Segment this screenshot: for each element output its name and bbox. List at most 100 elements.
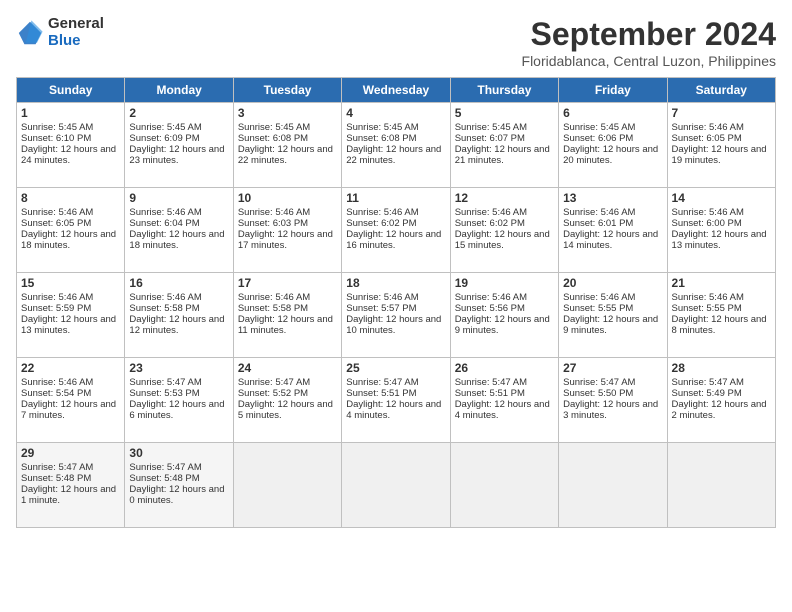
day-number: 29 [21,446,120,460]
daylight-label: Daylight: 12 hours and 2 minutes. [672,399,767,421]
sunset-info: Sunset: 6:02 PM [346,218,416,229]
daylight-label: Daylight: 12 hours and 16 minutes. [346,229,441,251]
sunrise-info: Sunrise: 5:46 AM [21,207,93,218]
sunrise-info: Sunrise: 5:47 AM [129,377,201,388]
day-number: 4 [346,106,445,120]
sunrise-info: Sunrise: 5:46 AM [346,292,418,303]
sunrise-info: Sunrise: 5:46 AM [238,292,310,303]
day-number: 12 [455,191,554,205]
sunset-info: Sunset: 6:01 PM [563,218,633,229]
sunrise-info: Sunrise: 5:46 AM [672,122,744,133]
calendar-cell [667,443,775,528]
calendar-cell: 13 Sunrise: 5:46 AMSunset: 6:01 PMDayligh… [559,188,667,273]
sunset-info: Sunset: 6:08 PM [238,133,308,144]
day-number: 5 [455,106,554,120]
day-number: 13 [563,191,662,205]
daylight-label: Daylight: 12 hours and 21 minutes. [455,144,550,166]
sunrise-info: Sunrise: 5:46 AM [21,292,93,303]
sunrise-info: Sunrise: 5:46 AM [455,207,527,218]
day-number: 19 [455,276,554,290]
daylight-label: Daylight: 12 hours and 24 minutes. [21,144,116,166]
sunrise-info: Sunrise: 5:46 AM [563,292,635,303]
sunrise-info: Sunrise: 5:45 AM [455,122,527,133]
sunrise-info: Sunrise: 5:47 AM [238,377,310,388]
daylight-label: Daylight: 12 hours and 22 minutes. [238,144,333,166]
sunset-info: Sunset: 6:00 PM [672,218,742,229]
daylight-label: Daylight: 12 hours and 6 minutes. [129,399,224,421]
sunrise-info: Sunrise: 5:46 AM [21,377,93,388]
sunset-info: Sunset: 5:58 PM [129,303,199,314]
sunset-info: Sunset: 6:05 PM [21,218,91,229]
calendar-cell: 15Sunrise: 5:46 AMSunset: 5:59 PMDayligh… [17,273,125,358]
calendar-row: 1Sunrise: 5:45 AMSunset: 6:10 PMDaylight… [17,103,776,188]
calendar-cell: 1Sunrise: 5:45 AMSunset: 6:10 PMDaylight… [17,103,125,188]
daylight-label: Daylight: 12 hours and 19 minutes. [672,144,767,166]
calendar-cell: 25Sunrise: 5:47 AMSunset: 5:51 PMDayligh… [342,358,450,443]
daylight-label: Daylight: 12 hours and 13 minutes. [672,229,767,251]
day-number: 10 [238,191,337,205]
day-number: 16 [129,276,228,290]
day-number: 30 [129,446,228,460]
sunrise-info: Sunrise: 5:45 AM [563,122,635,133]
calendar-cell [450,443,558,528]
calendar-cell: 17Sunrise: 5:46 AMSunset: 5:58 PMDayligh… [233,273,341,358]
calendar-cell [233,443,341,528]
calendar-cell: 16Sunrise: 5:46 AMSunset: 5:58 PMDayligh… [125,273,233,358]
calendar-cell: 3Sunrise: 5:45 AMSunset: 6:08 PMDaylight… [233,103,341,188]
day-number: 20 [563,276,662,290]
day-number: 22 [21,361,120,375]
sunrise-info: Sunrise: 5:45 AM [21,122,93,133]
sunset-info: Sunset: 5:56 PM [455,303,525,314]
calendar-cell: 19Sunrise: 5:46 AMSunset: 5:56 PMDayligh… [450,273,558,358]
calendar-cell: 29Sunrise: 5:47 AMSunset: 5:48 PMDayligh… [17,443,125,528]
calendar-row: 8Sunrise: 5:46 AMSunset: 6:05 PMDaylight… [17,188,776,273]
daylight-label: Daylight: 12 hours and 8 minutes. [672,314,767,336]
sunset-info: Sunset: 6:10 PM [21,133,91,144]
day-number: 17 [238,276,337,290]
day-number: 11 [346,191,445,205]
daylight-label: Daylight: 12 hours and 13 minutes. [21,314,116,336]
sunrise-info: Sunrise: 5:47 AM [563,377,635,388]
calendar-cell: 28Sunrise: 5:47 AMSunset: 5:49 PMDayligh… [667,358,775,443]
day-number: 14 [672,191,771,205]
logo-general: General [48,16,104,33]
sunset-info: Sunset: 5:48 PM [129,473,199,484]
daylight-label: Daylight: 12 hours and 23 minutes. [129,144,224,166]
daylight-label: Daylight: 12 hours and 17 minutes. [238,229,333,251]
sunrise-info: Sunrise: 5:47 AM [21,462,93,473]
daylight-label: Daylight: 12 hours and 5 minutes. [238,399,333,421]
col-tuesday: Tuesday [233,78,341,103]
calendar-row: 15Sunrise: 5:46 AMSunset: 5:59 PMDayligh… [17,273,776,358]
sunset-info: Sunset: 5:51 PM [346,388,416,399]
calendar-cell: 12Sunrise: 5:46 AMSunset: 6:02 PMDayligh… [450,188,558,273]
day-number: 3 [238,106,337,120]
sunset-info: Sunset: 5:51 PM [455,388,525,399]
daylight-label: Daylight: 12 hours and 18 minutes. [21,229,116,251]
sunset-info: Sunset: 5:55 PM [672,303,742,314]
day-number: 9 [129,191,228,205]
day-number: 25 [346,361,445,375]
sunrise-info: Sunrise: 5:46 AM [346,207,418,218]
sunrise-info: Sunrise: 5:45 AM [129,122,201,133]
sunrise-info: Sunrise: 5:46 AM [563,207,635,218]
daylight-label: Daylight: 12 hours and 7 minutes. [21,399,116,421]
calendar-cell: 4Sunrise: 5:45 AMSunset: 6:08 PMDaylight… [342,103,450,188]
sunset-info: Sunset: 6:09 PM [129,133,199,144]
sunrise-info: Sunrise: 5:46 AM [672,207,744,218]
day-number: 23 [129,361,228,375]
location-title: Floridablanca, Central Luzon, Philippine… [522,53,776,69]
day-number: 26 [455,361,554,375]
calendar-cell: 2 Sunrise: 5:45 AMSunset: 6:09 PMDaylight… [125,103,233,188]
daylight-label: Daylight: 12 hours and 4 minutes. [346,399,441,421]
calendar-cell: 21Sunrise: 5:46 AMSunset: 5:55 PMDayligh… [667,273,775,358]
daylight-label: Daylight: 12 hours and 0 minutes. [129,484,224,506]
day-number: 2 [129,106,228,120]
title-section: September 2024 Floridablanca, Central Lu… [522,16,776,69]
daylight-label: Daylight: 12 hours and 14 minutes. [563,229,658,251]
sunset-info: Sunset: 6:06 PM [563,133,633,144]
day-number: 18 [346,276,445,290]
daylight-label: Daylight: 12 hours and 20 minutes. [563,144,658,166]
sunset-info: Sunset: 6:08 PM [346,133,416,144]
daylight-label: Daylight: 12 hours and 1 minute. [21,484,116,506]
daylight-label: Daylight: 12 hours and 9 minutes. [455,314,550,336]
